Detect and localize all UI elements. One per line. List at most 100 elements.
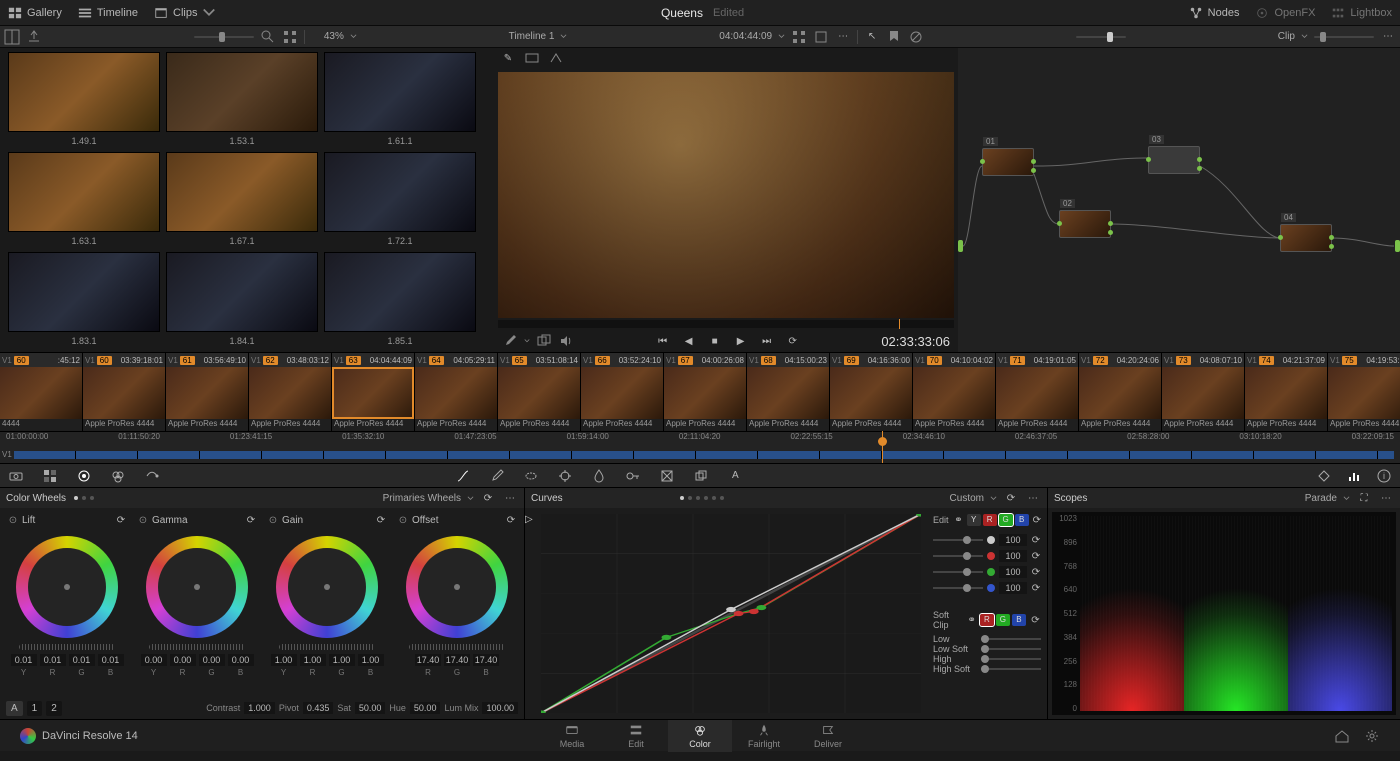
master-timecode[interactable]: 04:04:44:09 — [719, 31, 772, 42]
timeline-name[interactable]: Timeline 1 — [509, 31, 555, 42]
marker-icon[interactable] — [886, 29, 902, 45]
channel-G[interactable]: G — [999, 514, 1013, 526]
window-icon[interactable] — [523, 468, 539, 484]
timeline-clip[interactable]: V17104:19:01:05 Apple ProRes 4444 — [996, 353, 1079, 431]
color-wheel[interactable] — [276, 536, 378, 638]
timeline-clip[interactable]: V16003:39:18:01 Apple ProRes 4444 — [83, 353, 166, 431]
overlay-icon[interactable] — [536, 333, 552, 349]
node-graph[interactable]: 01 02 03 04 — [958, 48, 1400, 352]
primaries-icon[interactable] — [76, 468, 92, 484]
gallery-toggle[interactable]: Gallery — [8, 6, 62, 20]
timeline-ruler[interactable]: 01:00:00:0001:11:50:2001:23:41:1501:35:3… — [0, 432, 1400, 464]
picker-icon[interactable]: ✎ — [500, 50, 516, 66]
pointer-icon[interactable]: ↖ — [864, 29, 880, 45]
jog-wheel[interactable] — [279, 644, 375, 650]
softclip-slider[interactable] — [981, 658, 1041, 660]
jog-wheel[interactable] — [149, 644, 245, 650]
home-icon[interactable] — [1334, 728, 1350, 744]
timeline-clip[interactable]: V17204:20:24:06 Apple ProRes 4444 — [1079, 353, 1162, 431]
timeline-clip[interactable]: V16603:52:24:10 Apple ProRes 4444 — [581, 353, 664, 431]
wheel-value[interactable]: 0.01 — [98, 654, 124, 666]
settings-icon[interactable] — [1364, 728, 1380, 744]
info-icon[interactable]: i — [1376, 468, 1392, 484]
node-02[interactable]: 02 — [1059, 210, 1111, 238]
more-icon[interactable]: ⋯ — [1025, 490, 1041, 506]
param-value[interactable]: 0.435 — [303, 702, 334, 714]
timeline-toggle[interactable]: Timeline — [78, 6, 138, 20]
gallery-thumb[interactable]: 1.67.1 — [166, 152, 318, 252]
data-burn-icon[interactable]: A — [727, 468, 743, 484]
camera-raw-icon[interactable] — [8, 468, 24, 484]
timeline-clip[interactable]: V160:45:12 4444 — [0, 353, 83, 431]
wheels-mode[interactable]: Primaries Wheels — [383, 493, 461, 504]
wheel-value[interactable]: 0.01 — [11, 654, 37, 666]
wheel-page-2[interactable]: 2 — [46, 701, 62, 716]
channel-B[interactable]: B — [1015, 514, 1029, 526]
reset-icon[interactable]: ⟳ — [116, 512, 126, 528]
wheel-value[interactable]: 0.00 — [141, 654, 167, 666]
reset-icon[interactable]: ⟳ — [246, 512, 256, 528]
intensity-value[interactable]: 100 — [999, 534, 1027, 546]
sizing-icon[interactable] — [659, 468, 675, 484]
eyedropper-icon[interactable] — [502, 333, 518, 349]
gallery-thumb[interactable]: 1.49.1 — [8, 52, 160, 152]
wheel-value[interactable]: 1.00 — [329, 654, 355, 666]
image-overlay-icon[interactable] — [524, 50, 540, 66]
gallery-thumb[interactable]: 1.53.1 — [166, 52, 318, 152]
param-value[interactable]: 50.00 — [410, 702, 441, 714]
gallery-thumb[interactable]: 1.72.1 — [324, 152, 476, 252]
wheel-value[interactable]: 0.00 — [170, 654, 196, 666]
gallery-thumb[interactable]: 1.84.1 — [166, 252, 318, 352]
picker-icon[interactable]: ⊙ — [268, 515, 278, 525]
gallery-thumb[interactable]: 1.85.1 — [324, 252, 476, 352]
more-icon[interactable]: ⋯ — [502, 490, 518, 506]
gallery-thumb[interactable]: 1.61.1 — [324, 52, 476, 152]
intensity-value[interactable]: 100 — [999, 550, 1027, 562]
page-fairlight[interactable]: Fairlight — [732, 720, 796, 752]
wheel-value[interactable]: 1.00 — [271, 654, 297, 666]
reset-icon[interactable]: ⟳ — [376, 512, 386, 528]
gallery-thumb[interactable]: 1.83.1 — [8, 252, 160, 352]
viewer-scrubber[interactable] — [498, 320, 954, 328]
wheel-value[interactable]: 17.40 — [444, 654, 470, 666]
reset-icon[interactable]: ⟳ — [480, 490, 496, 506]
more-icon[interactable]: ⋯ — [835, 29, 851, 45]
playhead[interactable] — [882, 431, 883, 463]
reset-icon[interactable]: ⟳ — [1031, 564, 1041, 580]
softclip-slider[interactable] — [981, 668, 1041, 670]
wheel-page-A[interactable]: A — [6, 701, 23, 716]
node-04[interactable]: 04 — [1280, 224, 1332, 252]
wheel-value[interactable]: 1.00 — [358, 654, 384, 666]
thumbnail-zoom-slider[interactable] — [194, 36, 254, 38]
expand-icon[interactable]: ⛶ — [1356, 490, 1372, 506]
layout-icon[interactable] — [4, 29, 20, 45]
first-frame-icon[interactable]: ⏮ — [655, 333, 671, 349]
timeline-clip[interactable]: V16304:04:44:09 Apple ProRes 4444 — [332, 353, 415, 431]
link-icon[interactable]: ⚭ — [954, 512, 962, 528]
reset-icon[interactable]: ⟳ — [506, 512, 516, 528]
scopes-mode[interactable]: Parade — [1305, 493, 1337, 504]
page-dots[interactable] — [680, 496, 724, 500]
node-zoom-slider[interactable] — [1076, 36, 1126, 38]
intensity-slider[interactable] — [933, 539, 983, 541]
timeline-clip[interactable]: V16503:51:08:14 Apple ProRes 4444 — [498, 353, 581, 431]
softclip-channel-G[interactable]: G — [996, 614, 1010, 626]
viewer-zoom-level[interactable]: 43% — [324, 31, 344, 42]
timeline-clip[interactable]: V16103:56:49:10 Apple ProRes 4444 — [166, 353, 249, 431]
search-icon[interactable] — [260, 29, 276, 45]
expand-icon[interactable] — [791, 29, 807, 45]
intensity-slider[interactable] — [933, 555, 983, 557]
reset-icon[interactable]: ⟳ — [1031, 532, 1041, 548]
node-mode-label[interactable]: Clip — [1278, 31, 1295, 42]
thumbnail-timeline[interactable]: V160:45:12 4444 V16003:39:18:01 Apple Pr… — [0, 352, 1400, 432]
timeline-clip[interactable]: V17004:10:04:02 Apple ProRes 4444 — [913, 353, 996, 431]
timeline-track[interactable]: V1 — [14, 451, 1394, 459]
wheel-value[interactable]: 17.40 — [473, 654, 499, 666]
softclip-channel-B[interactable]: B — [1012, 614, 1026, 626]
more-icon[interactable]: ⋯ — [1378, 490, 1394, 506]
stop-icon[interactable]: ■ — [707, 333, 723, 349]
blur-icon[interactable] — [591, 468, 607, 484]
color-wheel[interactable] — [146, 536, 248, 638]
3d-icon[interactable] — [693, 468, 709, 484]
timeline-clip[interactable]: V16704:00:26:08 Apple ProRes 4444 — [664, 353, 747, 431]
